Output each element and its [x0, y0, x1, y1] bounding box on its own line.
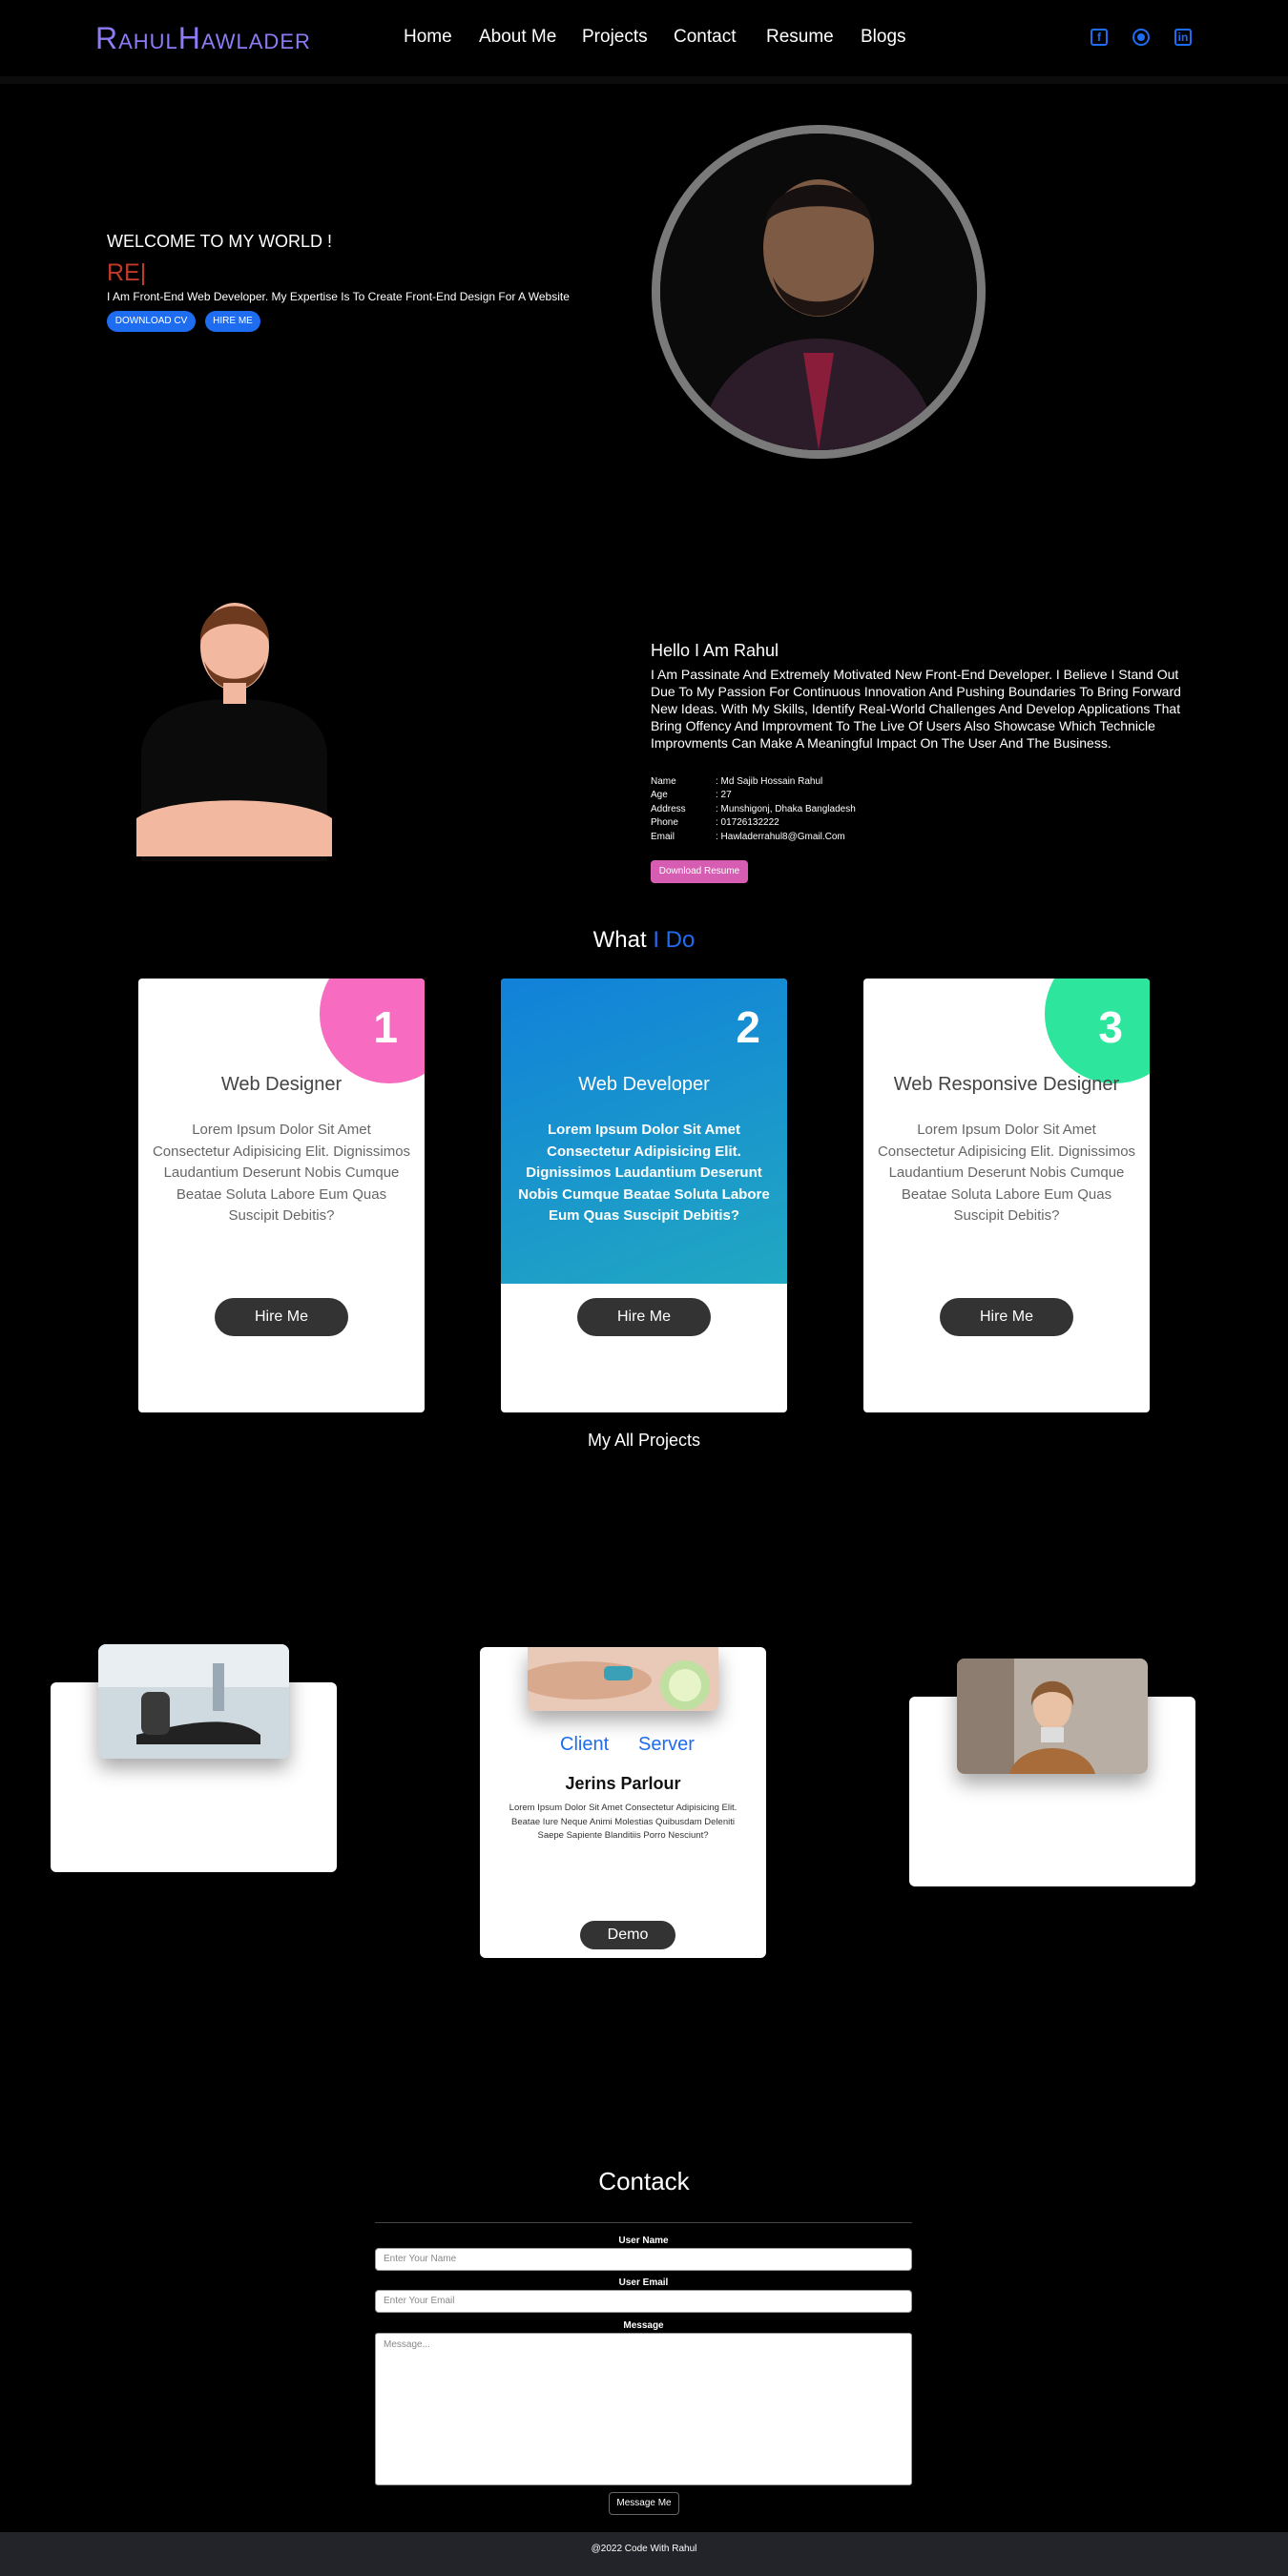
- message-label: Message: [623, 2320, 664, 2331]
- project-image-dental[interactable]: [98, 1644, 289, 1759]
- service-desc-3: Lorem Ipsum Dolor Sit Amet Consectetur A…: [877, 1122, 1136, 1224]
- service-hire-button-2[interactable]: Hire Me: [577, 1298, 711, 1336]
- service-card-1: 1 Web Designer Lorem Ipsum Dolor Sit Ame…: [138, 979, 425, 1412]
- message-textarea[interactable]: Message...: [375, 2333, 912, 2485]
- client-link[interactable]: Client: [560, 1734, 609, 1756]
- footer: @2022 Code With Rahul: [0, 2532, 1288, 2576]
- info-label-address: Address: [651, 804, 686, 814]
- contact-divider: [375, 2222, 912, 2223]
- service-title-3: Web Responsive Designer: [893, 1074, 1120, 1095]
- hire-me-button[interactable]: HIRE ME: [205, 311, 260, 332]
- project-name: Jerins Parlour: [565, 1774, 681, 1793]
- project-image-parlour[interactable]: [528, 1647, 718, 1711]
- download-cv-button[interactable]: DOWNLOAD CV: [107, 311, 196, 332]
- service-hire-button-3[interactable]: Hire Me: [940, 1298, 1073, 1336]
- profile-photo: [652, 125, 986, 459]
- service-desc-1: Lorem Ipsum Dolor Sit Amet Consectetur A…: [152, 1122, 411, 1224]
- facebook-icon[interactable]: f: [1091, 29, 1108, 46]
- services-heading: What I Do: [0, 927, 1288, 954]
- info-value-address: : Munshigonj, Dhaka Bangladesh: [716, 804, 856, 814]
- hero-divider: [0, 76, 1288, 84]
- info-label-phone: Phone: [651, 817, 678, 828]
- nav-link-blogs[interactable]: Blogs: [861, 27, 906, 48]
- about-heading: Hello I Am Rahul: [651, 641, 779, 660]
- info-value-age: : 27: [716, 790, 732, 800]
- service-number-1: 1: [373, 1002, 398, 1052]
- info-value-email: : Hawladerrahul8@Gmail.Com: [716, 832, 845, 842]
- service-badge-1: [320, 979, 425, 1083]
- project-desc: Lorem Ipsum Dolor Sit Amet Consectetur A…: [509, 1803, 737, 1842]
- contact-heading: Contack: [598, 2167, 690, 2195]
- nav-link-resume[interactable]: Resume: [766, 27, 834, 48]
- service-card-2: 2 Web Developer Lorem Ipsum Dolor Sit Am…: [501, 979, 787, 1412]
- projects-heading: My All Projects: [587, 1431, 701, 1450]
- nav-link-home[interactable]: Home: [404, 27, 452, 48]
- hero-typed-text: RE|: [107, 259, 147, 286]
- service-number-3: 3: [1098, 1002, 1123, 1052]
- footer-text: @2022 Code With Rahul: [591, 2544, 697, 2554]
- project-image-portrait[interactable]: [957, 1659, 1148, 1774]
- info-label-age: Age: [651, 790, 668, 800]
- name-input[interactable]: Enter Your Name: [375, 2248, 912, 2271]
- info-value-phone: : 01726132222: [716, 817, 779, 828]
- info-value-name: : Md Sajib Hossain Rahul: [716, 776, 823, 787]
- services-heading-a: What: [592, 927, 654, 953]
- linkedin-icon[interactable]: in: [1174, 29, 1192, 46]
- service-desc-2: Lorem Ipsum Dolor Sit Amet Consectetur A…: [518, 1122, 770, 1224]
- service-badge-3: [1045, 979, 1150, 1083]
- demo-button[interactable]: Demo: [580, 1921, 675, 1949]
- nav-link-projects[interactable]: Projects: [582, 27, 648, 48]
- service-hire-button-1[interactable]: Hire Me: [215, 1298, 348, 1336]
- email-input[interactable]: Enter Your Email: [375, 2290, 912, 2313]
- email-label: User Email: [618, 2277, 669, 2288]
- hero-welcome: WELCOME TO MY WORLD !: [107, 232, 333, 251]
- site-logo[interactable]: RahulHawlader: [95, 21, 311, 56]
- hero-tagline: I Am Front-End Web Developer. My Experti…: [107, 290, 570, 303]
- github-icon[interactable]: [1132, 29, 1150, 46]
- services-heading-b: I Do: [653, 927, 696, 953]
- service-number-2: 2: [736, 1002, 760, 1052]
- info-label-name: Name: [651, 776, 676, 787]
- about-paragraph: I Am Passinate And Extremely Motivated N…: [651, 667, 1181, 751]
- server-link[interactable]: Server: [638, 1734, 695, 1756]
- service-title-1: Web Designer: [220, 1074, 343, 1095]
- name-label: User Name: [618, 2236, 669, 2246]
- service-title-2: Web Developer: [578, 1074, 710, 1095]
- nav-link-contact[interactable]: Contact: [674, 27, 736, 48]
- info-label-email: Email: [651, 832, 675, 842]
- nav-link-about[interactable]: About Me: [479, 27, 556, 48]
- download-resume-button[interactable]: Download Resume: [651, 860, 748, 883]
- service-card-3: 3 Web Responsive Designer Lorem Ipsum Do…: [863, 979, 1150, 1412]
- cartoon-illustration: [132, 589, 337, 866]
- message-me-button[interactable]: Message Me: [609, 2492, 679, 2515]
